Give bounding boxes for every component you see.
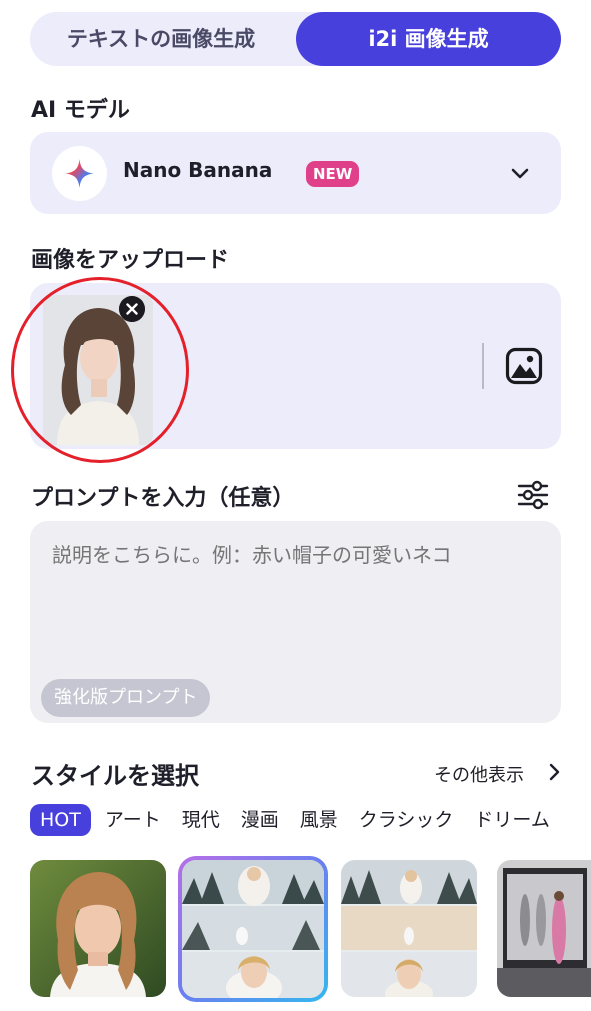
style-card[interactable] [497,860,591,997]
category-tab-hot[interactable]: HOT [30,804,91,836]
upload-section-title: 画像をアップロード [31,248,230,273]
generation-mode-tabs: テキストの画像生成 i2i 画像生成 [30,12,561,66]
sliders-icon[interactable] [516,478,550,512]
category-tab-classic[interactable]: クラシック [359,804,454,836]
show-more-link[interactable]: その他表示 [434,761,524,787]
category-tab-landscape[interactable]: 風景 [300,804,338,836]
model-select[interactable]: Nano Banana NEW [30,132,561,214]
tab-image-to-image[interactable]: i2i 画像生成 [296,12,561,66]
style-preview-image [30,860,166,997]
prompt-box: 強化版プロンプト [30,521,561,723]
model-section-title: AI モデル [31,98,130,123]
style-card[interactable] [341,860,477,997]
style-preview-image [182,860,324,998]
chevron-right-icon[interactable] [546,763,562,781]
image-icon[interactable] [505,347,543,385]
model-avatar [52,146,107,201]
style-thumbnails [0,856,591,1006]
style-preview-image [341,860,477,997]
category-tab-modern[interactable]: 現代 [182,804,220,836]
enhance-prompt-button[interactable]: 強化版プロンプト [41,679,211,717]
category-tab-manga[interactable]: 漫画 [241,804,279,836]
style-preview-image [497,860,591,997]
highlight-annotation [11,277,189,463]
chevron-down-icon [511,168,529,179]
prompt-section-title: プロンプトを入力（任意） [31,486,295,511]
tab-text-to-image[interactable]: テキストの画像生成 [30,12,292,66]
sparkle-icon [64,158,95,189]
style-card[interactable] [30,860,166,997]
category-tab-dream[interactable]: ドリーム [474,804,549,836]
model-name: Nano Banana [123,158,273,182]
prompt-input[interactable] [52,543,542,567]
new-badge: NEW [306,161,360,187]
style-card-selected[interactable] [178,856,328,1002]
category-tab-art[interactable]: アート [105,804,161,836]
style-category-tabs: HOT アート 現代 漫画 風景 クラシック ドリーム [30,804,591,838]
style-section-title: スタイルを選択 [31,762,199,790]
upload-divider [482,343,484,389]
